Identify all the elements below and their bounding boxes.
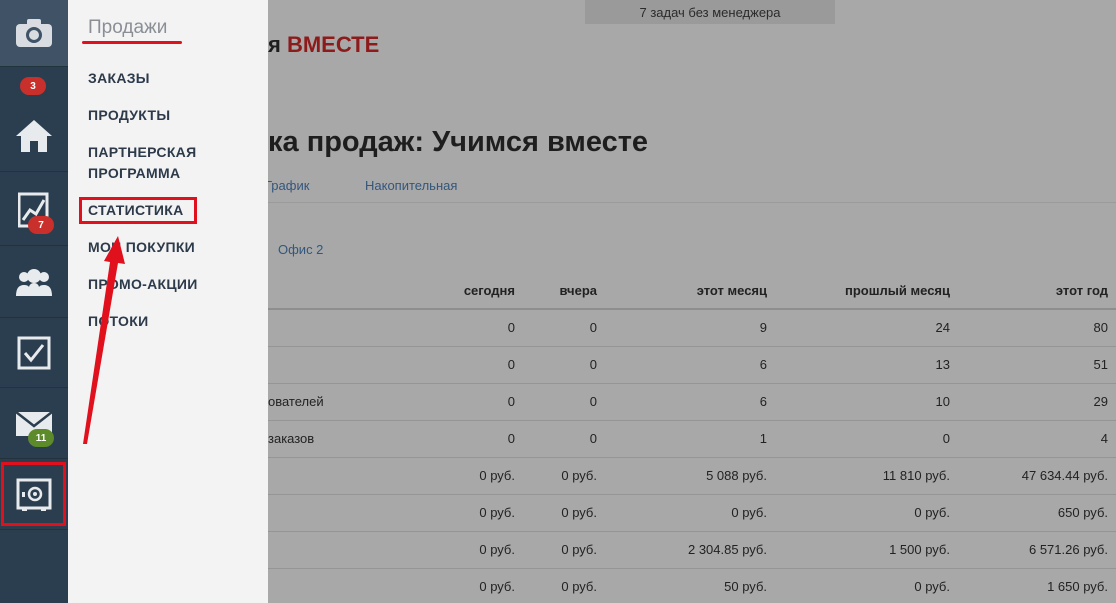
sidebar-item-users[interactable] [0,248,68,318]
table-row: 0 руб. 0 руб. 5 088 руб. 11 810 руб. 47 … [268,457,1116,495]
tasks-notice[interactable]: 7 задач без менеджера [585,0,835,24]
cell: 0 руб. [523,531,605,569]
row-label [268,568,418,603]
cell: 0 руб. [418,494,523,532]
table-row: 0 0 6 13 51 [268,346,1116,384]
flyout-title: Продажи [88,17,168,38]
sidebar-item-mail[interactable] [0,389,68,459]
sidebar-item-home[interactable] [0,100,68,172]
table-row: 0 руб. 0 руб. 0 руб. 0 руб. 650 руб. [268,494,1116,532]
page-title: ка продаж: Учимся вместе [268,126,649,158]
cell: 0 [523,346,605,384]
cell: 1 [605,420,775,458]
cell: 10 [775,383,958,421]
table-row: ователей 0 0 6 10 29 [268,383,1116,421]
table-header-row: сегодня вчера этот месяц прошлый месяц э… [268,272,1116,310]
cell: 0 руб. [523,494,605,532]
cell: 0 руб. [523,457,605,495]
cell: 4 [958,420,1116,458]
sales-badge: 7 [28,216,54,234]
cell: 24 [775,309,958,347]
cell: 0 руб. [775,568,958,603]
row-label: заказов [268,420,418,458]
table-row: 0 0 9 24 80 [268,309,1116,347]
cell: 0 [418,346,523,384]
row-label [268,457,418,495]
cell: 6 [605,383,775,421]
cell: 0 руб. [418,568,523,603]
table-row: заказов 0 0 1 0 4 [268,420,1116,458]
cell: 0 [418,383,523,421]
sales-flyout-menu: Продажи ЗАКАЗЫ ПРОДУКТЫ ПАРТНЕРСКАЯ ПРОГ… [68,0,268,603]
logo-accent: ВМЕСТЕ [286,32,380,57]
tab-chart[interactable]: График [265,178,309,193]
col-label [268,272,418,310]
cell: 1 500 руб. [775,531,958,569]
col-this-year: этот год [958,272,1116,310]
cell: 0 руб. [523,568,605,603]
cell: 9 [605,309,775,347]
logo: я ВМЕСТЕ [268,32,379,58]
cell: 0 [523,383,605,421]
cell: 2 304.85 руб. [605,531,775,569]
title-underline [82,41,182,44]
camera-icon [16,19,52,47]
office-link[interactable]: Офис 2 [278,242,323,257]
cell: 80 [958,309,1116,347]
notification-badge: 3 [20,77,46,95]
statistics-highlight-box [79,197,197,224]
cell: 0 [775,420,958,458]
cell: 51 [958,346,1116,384]
cell: 0 [523,420,605,458]
cell: 6 [605,346,775,384]
menu-item-my-purchases[interactable]: МОИ ПОКУПКИ [88,237,195,258]
cell: 50 руб. [605,568,775,603]
row-label [268,346,418,384]
row-label [268,494,418,532]
sidebar-item-tasks[interactable] [0,318,68,388]
cell: 0 [418,420,523,458]
row-label [268,309,418,347]
col-today: сегодня [418,272,523,310]
cell: 47 634.44 руб. [958,457,1116,495]
cell: 0 руб. [418,531,523,569]
users-icon [16,268,52,296]
menu-item-orders[interactable]: ЗАКАЗЫ [88,68,150,89]
cell: 11 810 руб. [775,457,958,495]
menu-item-streams[interactable]: ПОТОКИ [88,311,148,332]
row-label: ователей [268,383,418,421]
row-label [268,531,418,569]
cell: 1 650 руб. [958,568,1116,603]
checkbox-icon [17,336,51,369]
left-sidebar: 3 7 11 [0,0,68,603]
menu-item-partner-program[interactable]: ПАРТНЕРСКАЯ ПРОГРАММА [88,142,218,184]
cell: 650 руб. [958,494,1116,532]
table-row: 0 руб. 0 руб. 2 304.85 руб. 1 500 руб. 6… [268,531,1116,569]
cell: 29 [958,383,1116,421]
menu-item-products[interactable]: ПРОДУКТЫ [88,105,170,126]
cell: 5 088 руб. [605,457,775,495]
cell: 6 571.26 руб. [958,531,1116,569]
home-icon [16,119,52,152]
cell: 0 руб. [605,494,775,532]
cell: 0 руб. [775,494,958,532]
cell: 0 руб. [418,457,523,495]
stats-table: сегодня вчера этот месяц прошлый месяц э… [268,272,1116,603]
sidebar-item-profile[interactable] [0,0,68,67]
col-yesterday: вчера [523,272,605,310]
tabs-divider [268,202,1116,203]
mail-badge: 11 [28,429,54,447]
sidebar-item-sales[interactable] [0,174,68,246]
main-content: 7 задач без менеджера я ВМЕСТЕ ка продаж… [265,0,1116,603]
tab-cumulative[interactable]: Накопительная [365,178,457,193]
menu-item-promo[interactable]: ПРОМО-АКЦИИ [88,274,198,295]
cell: 13 [775,346,958,384]
col-this-month: этот месяц [605,272,775,310]
cell: 0 [418,309,523,347]
cell: 0 [523,309,605,347]
settings-highlight-box [1,462,66,526]
col-last-month: прошлый месяц [775,272,958,310]
table-row: 0 руб. 0 руб. 50 руб. 0 руб. 1 650 руб. [268,568,1116,603]
logo-text: я [268,32,287,57]
